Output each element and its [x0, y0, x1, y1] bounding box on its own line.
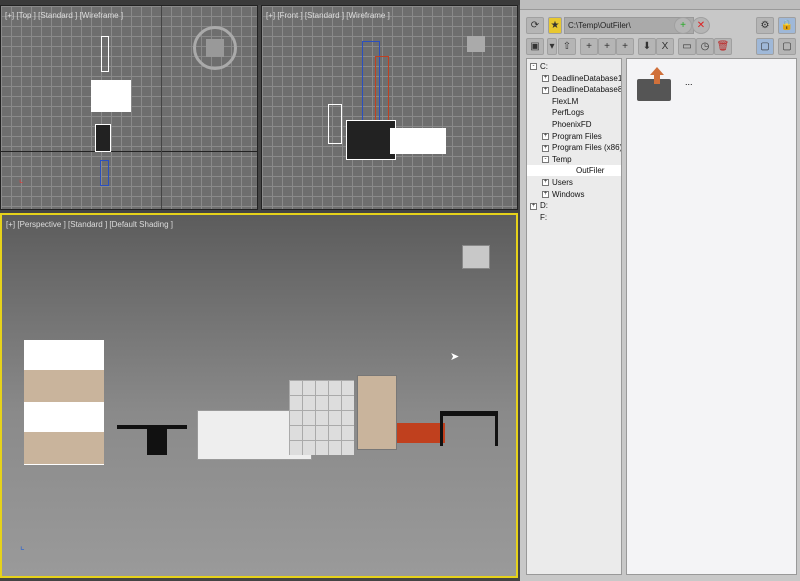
viewport-front[interactable]: [+] [Front ] [Standard ] [Wireframe ]	[261, 5, 518, 210]
add-objects-icon[interactable]: +	[616, 38, 634, 55]
merge-icon[interactable]: ⬇	[638, 38, 656, 55]
object-table	[346, 120, 396, 160]
folder-up-icon[interactable]	[637, 67, 671, 101]
tree-item[interactable]: F:	[527, 212, 547, 223]
save-icon[interactable]: ▣	[526, 38, 544, 55]
tree-item[interactable]: + Windows	[527, 189, 584, 200]
expand-icon[interactable]: +	[542, 86, 549, 94]
object-sofa	[397, 423, 445, 443]
history-icon[interactable]: ◷	[696, 38, 714, 55]
viewport-label[interactable]: [+] [Perspective ] [Standard ] [Default …	[6, 220, 173, 229]
object-wireframe	[101, 36, 109, 72]
tree-item[interactable]: + D:	[527, 200, 548, 211]
tree-item[interactable]: - C:	[527, 61, 548, 72]
lock-icon[interactable]: 🔒	[778, 17, 796, 34]
collapse-icon[interactable]: -	[542, 156, 549, 164]
add-object-alt-icon[interactable]: +	[598, 38, 616, 55]
object-bar-table	[440, 411, 498, 446]
tree-item[interactable]: FlexLM	[527, 96, 578, 107]
tree-item-label: Windows	[552, 189, 585, 199]
tree-item-label: PerfLogs	[552, 108, 585, 118]
object-table	[117, 425, 187, 455]
settings-gear-icon[interactable]: ⚙	[756, 17, 774, 34]
tree-item-label: F:	[540, 212, 548, 222]
viewport-top[interactable]: [+] [Top ] [Standard ] [Wireframe ] ⌞	[0, 5, 258, 210]
axis-line	[1, 151, 257, 152]
tree-item[interactable]: PhoenixFD	[527, 119, 592, 130]
tree-item-label: OutFiler	[576, 166, 605, 176]
expand-icon[interactable]: +	[542, 132, 549, 140]
upload-icon[interactable]: ⇧	[558, 38, 576, 55]
expand-icon[interactable]: +	[542, 179, 549, 187]
tree-item[interactable]: + Program Files (x86)	[527, 142, 622, 153]
tree-item[interactable]: + DeadlineDatabase1	[527, 73, 622, 84]
object-wardrobe	[24, 340, 104, 465]
view-mode-icon[interactable]: ▢	[778, 38, 796, 55]
viewcube-icon[interactable]	[462, 245, 490, 269]
collapse-icon[interactable]: -	[530, 63, 537, 71]
viewport-label[interactable]: [+] [Top ] [Standard ] [Wireframe ]	[5, 11, 123, 20]
viewcube-compass-icon[interactable]	[193, 26, 237, 70]
delete-icon[interactable]: 🗑	[714, 38, 732, 55]
axis-gizmo-icon: ⌞	[20, 541, 25, 552]
tree-item-label: Users	[552, 178, 573, 187]
tree-item[interactable]: + Program Files	[527, 131, 602, 142]
object-selected	[100, 160, 109, 186]
select-mode-icon[interactable]: ▢	[756, 38, 774, 55]
object-table	[95, 124, 111, 152]
favorites-star-icon[interactable]: ★	[548, 17, 562, 34]
file-list[interactable]: ...	[626, 58, 797, 575]
path-text: C:\Temp\OutFiler\	[568, 21, 631, 30]
tree-item[interactable]: PerfLogs	[527, 107, 584, 118]
axis-line	[161, 6, 162, 209]
object-rack	[328, 104, 342, 144]
remove-icon[interactable]: ✕	[692, 17, 710, 34]
refresh-icon[interactable]: ⟳	[526, 17, 544, 34]
expand-icon[interactable]: +	[530, 202, 537, 210]
new-folder-icon[interactable]: ▭	[678, 38, 696, 55]
folder-up-label[interactable]: ...	[685, 77, 693, 87]
object-bed	[91, 80, 131, 112]
mouse-cursor-icon: ➤	[450, 351, 460, 363]
outfiler-panel: ⟳ ★ C:\Temp\OutFiler\▾ + ✕ ⚙ 🔒 ▣ ▾ ⇧ + +…	[520, 0, 800, 581]
tree-item-label: DeadlineDatabase1	[552, 73, 622, 83]
tree-item[interactable]: OutFiler	[527, 165, 621, 177]
tree-item-label: PhoenixFD	[552, 120, 592, 129]
object-cabinet	[357, 375, 397, 450]
expand-icon[interactable]: +	[542, 144, 549, 152]
save-dropdown-icon[interactable]: ▾	[547, 38, 557, 55]
tree-item-label: Program Files	[552, 131, 602, 141]
xref-icon[interactable]: X	[656, 38, 674, 55]
viewport-perspective[interactable]: [+] [Perspective ] [Standard ] [Default …	[0, 213, 518, 578]
object-bed	[390, 128, 446, 154]
tree-item-label: C:	[540, 62, 548, 71]
expand-icon[interactable]: +	[542, 190, 549, 198]
tree-item-label: D:	[540, 201, 548, 211]
axis-gizmo-icon: ⌞	[19, 174, 24, 184]
viewport-label[interactable]: [+] [Front ] [Standard ] [Wireframe ]	[266, 11, 390, 20]
expand-icon[interactable]: +	[542, 74, 549, 82]
add-icon[interactable]: +	[674, 17, 692, 34]
tree-item-label: FlexLM	[552, 96, 579, 106]
panel-top-strip	[520, 0, 800, 10]
add-object-icon[interactable]: +	[580, 38, 598, 55]
tree-item-label: Program Files (x86)	[552, 143, 622, 153]
tree-item[interactable]: + Users	[527, 177, 573, 188]
tree-item[interactable]: - Temp	[527, 154, 572, 165]
folder-tree[interactable]: - C: + DeadlineDatabase1 + DeadlineDatabase8 F…	[526, 58, 622, 575]
tree-item-label: Temp	[552, 154, 572, 164]
tree-item-label: DeadlineDatabase8	[552, 85, 622, 95]
object-grid-shelf	[289, 380, 354, 455]
viewcube-icon[interactable]	[467, 36, 485, 52]
tree-item[interactable]: + DeadlineDatabase8	[527, 84, 622, 95]
